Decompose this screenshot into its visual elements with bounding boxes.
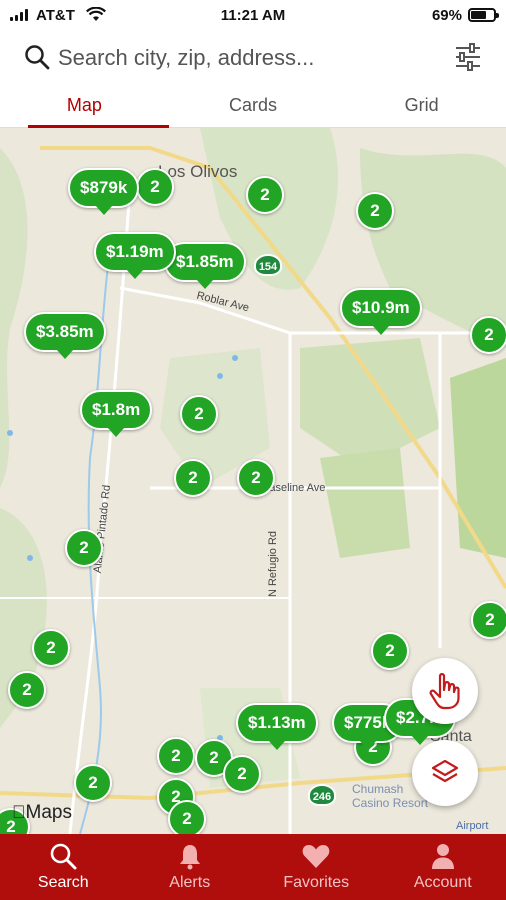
price-pin[interactable]: $3.85m	[24, 312, 106, 359]
tab-cards[interactable]: Cards	[169, 86, 338, 127]
clock: 11:21 AM	[220, 7, 286, 24]
cluster-pin[interactable]: 2	[237, 459, 275, 497]
cluster-pin[interactable]: 2	[471, 601, 506, 639]
person-icon	[431, 844, 454, 869]
highway-shield-154: 154	[254, 254, 282, 276]
cluster-pin[interactable]: 2	[246, 176, 284, 214]
nav-label: Favorites	[283, 874, 350, 891]
search-input[interactable]	[58, 40, 438, 76]
price-pin[interactable]: $879k	[68, 168, 140, 215]
layers-icon	[431, 759, 459, 783]
tab-map[interactable]: Map	[0, 86, 169, 128]
cluster-pin[interactable]: 2	[74, 764, 112, 802]
cluster-pin[interactable]: 2	[32, 629, 70, 667]
cluster-pin[interactable]: 2	[356, 192, 394, 230]
battery-icon	[468, 8, 499, 22]
cluster-pin[interactable]: 2	[136, 168, 174, 206]
bottom-nav: Search Alerts Favorites Account	[0, 834, 506, 900]
map-label-airport: Airport	[456, 820, 489, 832]
price-pin[interactable]: $1.13m	[236, 703, 318, 750]
cluster-pin[interactable]: 2	[223, 755, 261, 793]
nav-label: Search	[37, 874, 89, 891]
cluster-pin[interactable]: 2	[174, 459, 212, 497]
nav-account[interactable]: Account	[380, 834, 506, 900]
cluster-pin[interactable]: 2	[157, 737, 195, 775]
nav-label: Alerts	[169, 874, 211, 891]
search-bar	[0, 30, 506, 86]
search-icon	[50, 843, 77, 870]
price-pin[interactable]: $1.85m	[164, 242, 246, 289]
cluster-pin[interactable]: 2	[180, 395, 218, 433]
filter-sliders-icon[interactable]	[454, 42, 482, 72]
map-view[interactable]: Los Olivos Roblar Ave Baseline Ave Alamo…	[0, 128, 506, 834]
map-label-n-refugio-rd: N Refugio Rd	[267, 530, 280, 598]
search-icon	[25, 45, 50, 70]
nav-alerts[interactable]: Alerts	[127, 834, 254, 900]
nav-search[interactable]: Search	[0, 834, 127, 900]
cluster-pin[interactable]: 2	[8, 671, 46, 709]
hand-pointer-icon	[429, 673, 460, 710]
cluster-pin[interactable]: 2	[371, 632, 409, 670]
highway-shield-246: 246	[308, 784, 336, 806]
tab-grid[interactable]: Grid	[337, 86, 506, 127]
maps-attribution: Maps	[12, 802, 72, 823]
status-bar: AT&T 11:21 AM 69%	[0, 0, 506, 30]
cluster-pin[interactable]: 2	[65, 529, 103, 567]
view-tabs: Map Cards Grid	[0, 86, 506, 128]
battery-percent: 69%	[431, 7, 462, 24]
nav-label: Account	[413, 874, 472, 891]
price-pin[interactable]: $1.19m	[94, 232, 176, 279]
bell-icon	[179, 845, 200, 870]
cluster-pin[interactable]: 2	[168, 800, 206, 834]
draw-area-button[interactable]	[412, 658, 478, 724]
heart-icon	[302, 845, 330, 868]
map-layers-button[interactable]	[412, 740, 478, 806]
price-pin[interactable]: $10.9m	[340, 288, 422, 335]
cluster-pin[interactable]: 2	[470, 316, 506, 354]
price-pin[interactable]: $1.8m	[80, 390, 153, 437]
apple-logo-icon: 	[12, 802, 26, 822]
nav-favorites[interactable]: Favorites	[253, 834, 380, 900]
